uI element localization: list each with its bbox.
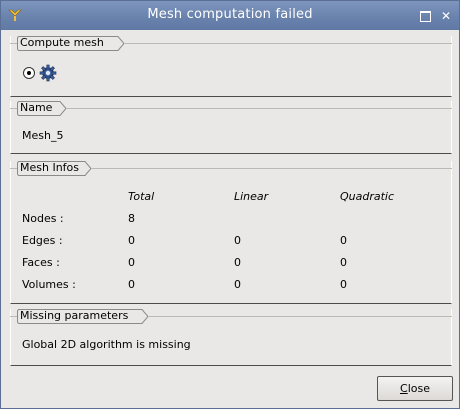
row-label-nodes: Nodes : bbox=[22, 212, 64, 225]
edges-linear: 0 bbox=[234, 234, 241, 247]
group-tab: Missing parameters bbox=[17, 309, 149, 324]
compute-mesh-group: Compute mesh bbox=[10, 36, 452, 97]
group-tab: Mesh Infos bbox=[17, 161, 92, 176]
column-header-total: Total bbox=[128, 190, 155, 203]
nodes-total: 8 bbox=[128, 212, 135, 225]
window-title: Mesh computation failed bbox=[147, 7, 313, 22]
group-title: Name bbox=[20, 101, 53, 114]
gear-icon bbox=[39, 64, 57, 82]
column-header-quadratic: Quadratic bbox=[340, 190, 395, 203]
faces-total: 0 bbox=[128, 256, 135, 269]
mesh-infos-group: Mesh Infos Total Linear Quadratic Nodes … bbox=[10, 161, 452, 304]
group-tab: Compute mesh bbox=[17, 36, 125, 51]
group-top-line bbox=[10, 108, 452, 109]
name-group: Name Mesh_5 bbox=[10, 101, 452, 154]
close-window-button[interactable]: ✕ bbox=[439, 9, 453, 23]
row-label-faces: Faces : bbox=[22, 256, 60, 269]
volumes-total: 0 bbox=[128, 278, 135, 291]
group-title: Compute mesh bbox=[20, 36, 104, 49]
close-mnemonic: C bbox=[400, 382, 408, 395]
column-header-linear: Linear bbox=[234, 190, 269, 203]
close-button[interactable]: Close bbox=[377, 376, 453, 401]
missing-parameters-group: Missing parameters Global 2D algorithm i… bbox=[10, 309, 452, 366]
maximize-button[interactable] bbox=[418, 9, 432, 23]
compute-mesh-radio[interactable] bbox=[23, 67, 35, 79]
missing-parameters-message: Global 2D algorithm is missing bbox=[22, 338, 191, 351]
row-label-edges: Edges : bbox=[22, 234, 63, 247]
dialog-window: Mesh computation failed ✕ Compute mesh N… bbox=[0, 0, 460, 409]
faces-linear: 0 bbox=[234, 256, 241, 269]
maximize-icon bbox=[420, 11, 431, 22]
group-title: Mesh Infos bbox=[20, 161, 80, 174]
edges-total: 0 bbox=[128, 234, 135, 247]
close-label-rest: lose bbox=[407, 382, 430, 395]
volumes-linear: 0 bbox=[234, 278, 241, 291]
volumes-quadratic: 0 bbox=[340, 278, 347, 291]
edges-quadratic: 0 bbox=[340, 234, 347, 247]
title-bar[interactable]: Mesh computation failed ✕ bbox=[1, 1, 459, 30]
mesh-name-value: Mesh_5 bbox=[22, 129, 64, 142]
group-tab: Name bbox=[17, 101, 67, 116]
row-label-volumes: Volumes : bbox=[22, 278, 76, 291]
close-icon: ✕ bbox=[440, 9, 452, 23]
group-title: Missing parameters bbox=[20, 309, 129, 322]
faces-quadratic: 0 bbox=[340, 256, 347, 269]
